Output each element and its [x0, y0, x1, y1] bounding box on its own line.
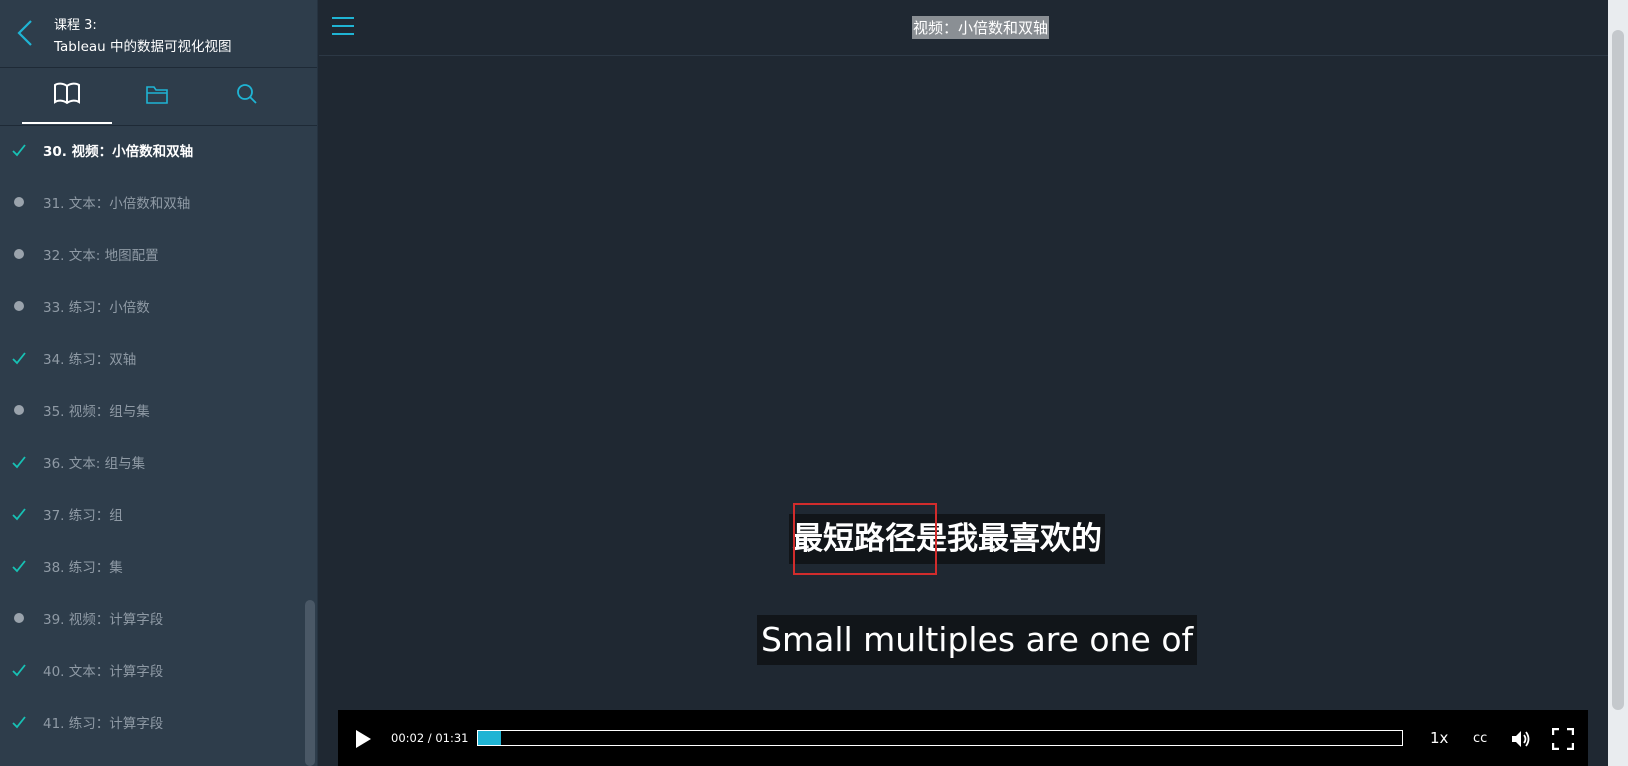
incomplete-dot-icon	[12, 195, 26, 209]
lesson-label: 33. 练习：小倍数	[43, 300, 150, 316]
incomplete-dot-icon	[12, 403, 26, 417]
speed-button[interactable]: 1x	[1430, 729, 1448, 747]
lesson-item[interactable]: 39. 视频：计算字段	[0, 592, 306, 644]
time-display: 00:02 / 01:31	[391, 731, 469, 745]
lesson-label: 37. 练习：组	[43, 508, 123, 524]
lesson-label: 35. 视频：组与集	[43, 404, 150, 420]
tab-lessons[interactable]	[22, 68, 112, 124]
hamburger-menu-icon[interactable]	[331, 15, 355, 37]
fullscreen-icon[interactable]	[1551, 727, 1575, 751]
lesson-label: 41. 练习：计算字段	[43, 716, 164, 732]
check-icon	[12, 663, 26, 677]
lesson-item[interactable]: 37. 练习：组	[0, 488, 306, 540]
lesson-label: 40. 文本：计算字段	[43, 664, 164, 680]
incomplete-dot-icon	[12, 299, 26, 313]
page-title: 视频：小倍数和双轴	[912, 16, 1050, 39]
check-icon	[12, 715, 26, 729]
check-icon	[12, 143, 26, 157]
captions-button[interactable]: cc	[1473, 731, 1487, 746]
lesson-label: 30. 视频：小倍数和双轴	[43, 144, 194, 160]
page-scrollbar[interactable]	[1608, 0, 1628, 766]
lesson-item[interactable]: 38. 练习：集	[0, 540, 306, 592]
lesson-list: 30. 视频：小倍数和双轴 31. 文本：小倍数和双轴 32. 文本: 地图配置…	[0, 124, 306, 748]
search-icon	[236, 83, 258, 109]
check-icon	[12, 507, 26, 521]
check-icon	[12, 351, 26, 365]
progress-bar[interactable]	[477, 730, 1403, 746]
lesson-item[interactable]: 36. 文本: 组与集	[0, 436, 306, 488]
play-icon[interactable]	[354, 729, 372, 749]
lesson-label: 32. 文本: 地图配置	[43, 248, 159, 264]
page-scrollbar-thumb[interactable]	[1612, 30, 1624, 710]
tab-resources[interactable]	[112, 68, 202, 124]
folder-icon	[146, 84, 168, 108]
tab-search[interactable]	[202, 68, 292, 124]
course-number: 课程 3:	[54, 18, 97, 33]
sidebar-scrollbar[interactable]	[305, 600, 315, 766]
lesson-item[interactable]: 35. 视频：组与集	[0, 384, 306, 436]
sidebar: 课程 3: Tableau 中的数据可视化视图 30. 视频：小倍数和双轴 31…	[0, 0, 318, 766]
progress-fill	[478, 731, 502, 745]
check-icon	[12, 455, 26, 469]
course-header: 课程 3: Tableau 中的数据可视化视图	[0, 0, 317, 68]
top-bar: 视频：小倍数和双轴	[319, 0, 1608, 56]
lesson-item[interactable]: 41. 练习：计算字段	[0, 696, 306, 748]
video-controls: 00:02 / 01:31 1x cc	[338, 710, 1588, 766]
check-icon	[12, 559, 26, 573]
course-title: Tableau 中的数据可视化视图	[54, 39, 232, 55]
incomplete-dot-icon	[12, 611, 26, 625]
lesson-label: 39. 视频：计算字段	[43, 612, 164, 628]
lesson-label: 36. 文本: 组与集	[43, 456, 146, 472]
lesson-item[interactable]: 40. 文本：计算字段	[0, 644, 306, 696]
lesson-label: 38. 练习：集	[43, 560, 123, 576]
volume-icon[interactable]	[1510, 728, 1532, 750]
incomplete-dot-icon	[12, 247, 26, 261]
subtitle-english: Small multiples are one of	[757, 615, 1198, 665]
lesson-item[interactable]: 31. 文本：小倍数和双轴	[0, 176, 306, 228]
lesson-label: 31. 文本：小倍数和双轴	[43, 196, 191, 212]
back-chevron-icon[interactable]	[14, 18, 38, 48]
book-icon	[54, 82, 80, 108]
lesson-label: 34. 练习：双轴	[43, 352, 137, 368]
video-player[interactable]: 最短路径是我最喜欢的 Small multiples are one of	[319, 56, 1608, 766]
sidebar-tabs	[0, 68, 317, 126]
lesson-item[interactable]: 30. 视频：小倍数和双轴	[0, 124, 306, 176]
highlight-box	[793, 503, 937, 575]
lesson-item[interactable]: 32. 文本: 地图配置	[0, 228, 306, 280]
lesson-item[interactable]: 33. 练习：小倍数	[0, 280, 306, 332]
lesson-item[interactable]: 34. 练习：双轴	[0, 332, 306, 384]
